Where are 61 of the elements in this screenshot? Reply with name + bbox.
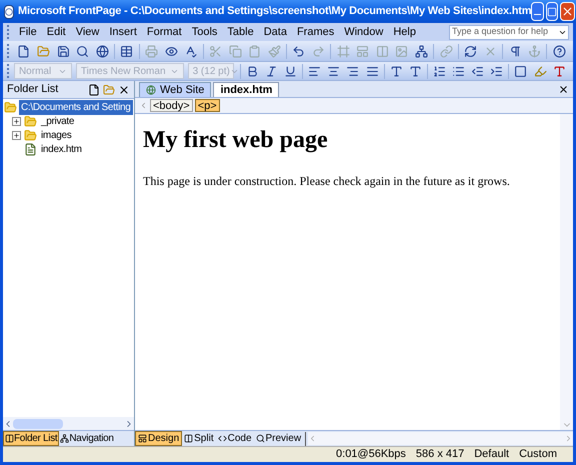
menu-item[interactable]: View xyxy=(70,24,104,40)
magnifier-icon xyxy=(256,434,264,443)
horizontal-scrollbar[interactable] xyxy=(308,432,573,445)
status-text: Custom xyxy=(519,447,557,462)
status-text: Default xyxy=(474,447,510,462)
tag-button[interactable]: <body> xyxy=(150,99,193,112)
window-title: Microsoft FrontPage - C:\Documents and Settings\screenshot\My Documents\My Web Sites\index.htm xyxy=(18,4,532,20)
close-button[interactable] xyxy=(560,2,576,21)
new-page-icon[interactable] xyxy=(88,84,100,96)
folder-icon xyxy=(24,129,37,142)
view-tab[interactable]: Navigation xyxy=(59,431,115,446)
page-icon xyxy=(24,143,37,156)
close-icon[interactable] xyxy=(118,84,130,96)
maximize-button[interactable] xyxy=(546,2,558,21)
menu-item[interactable]: Data xyxy=(258,24,292,40)
view-tab[interactable]: Preview xyxy=(254,431,304,446)
status-text: 0:01@56Kbps xyxy=(336,447,406,462)
view-tab[interactable]: Code xyxy=(216,431,254,446)
menu-item[interactable]: Format xyxy=(142,24,187,40)
tree-item[interactable]: index.htm xyxy=(39,142,84,157)
split-view-icon xyxy=(184,434,194,443)
menu-item[interactable]: Help xyxy=(388,24,421,40)
tag-button[interactable]: <p> xyxy=(194,99,220,112)
page-paragraph: This page is under construction. Please check again in the future as it grows. xyxy=(143,173,511,190)
scroll-right-icon xyxy=(564,434,573,443)
page-heading: My first web page xyxy=(143,126,329,155)
document-tab[interactable]: Web Site xyxy=(139,82,212,97)
scroll-left-icon xyxy=(139,101,148,110)
horizontal-scrollbar[interactable] xyxy=(3,417,134,430)
tree-item[interactable]: images xyxy=(39,128,74,143)
view-tab[interactable]: Split xyxy=(182,431,216,446)
tree-item[interactable]: _private xyxy=(39,114,76,129)
vertical-scrollbar[interactable] xyxy=(560,114,573,430)
view-tab[interactable]: Design xyxy=(135,431,182,446)
globe-icon xyxy=(146,85,156,95)
folder-icon xyxy=(24,115,37,128)
menu-item[interactable]: Insert xyxy=(104,24,142,40)
view-tab[interactable]: Folder List xyxy=(3,431,60,446)
code-icon xyxy=(218,434,227,443)
app-icon xyxy=(4,4,14,18)
menu-item[interactable]: Edit xyxy=(42,24,71,40)
close-icon[interactable] xyxy=(558,84,569,95)
document-tab[interactable]: index.htm xyxy=(213,82,280,97)
close-icon xyxy=(561,5,574,18)
menu-item[interactable]: Tools xyxy=(186,24,222,40)
menu-item[interactable]: Table xyxy=(222,24,259,40)
folder-icon xyxy=(4,101,17,114)
hierarchy-icon xyxy=(60,434,70,443)
menu-item[interactable]: File xyxy=(14,24,42,40)
help-search-field[interactable]: Type a question for help xyxy=(449,24,569,40)
panel-icon xyxy=(5,434,14,443)
menu-item[interactable]: Window xyxy=(339,24,388,40)
status-text: 586 x 417 xyxy=(416,447,464,462)
menu-item[interactable]: Frames xyxy=(292,24,340,40)
minimize-button[interactable] xyxy=(531,2,544,21)
maximize-icon xyxy=(547,6,558,16)
panel-title: Folder List xyxy=(7,82,60,98)
expand-toggle[interactable] xyxy=(12,117,21,126)
tree-item[interactable]: C:\Documents and Setting xyxy=(19,100,133,115)
design-view-icon xyxy=(138,434,147,443)
expand-toggle[interactable] xyxy=(12,131,21,140)
